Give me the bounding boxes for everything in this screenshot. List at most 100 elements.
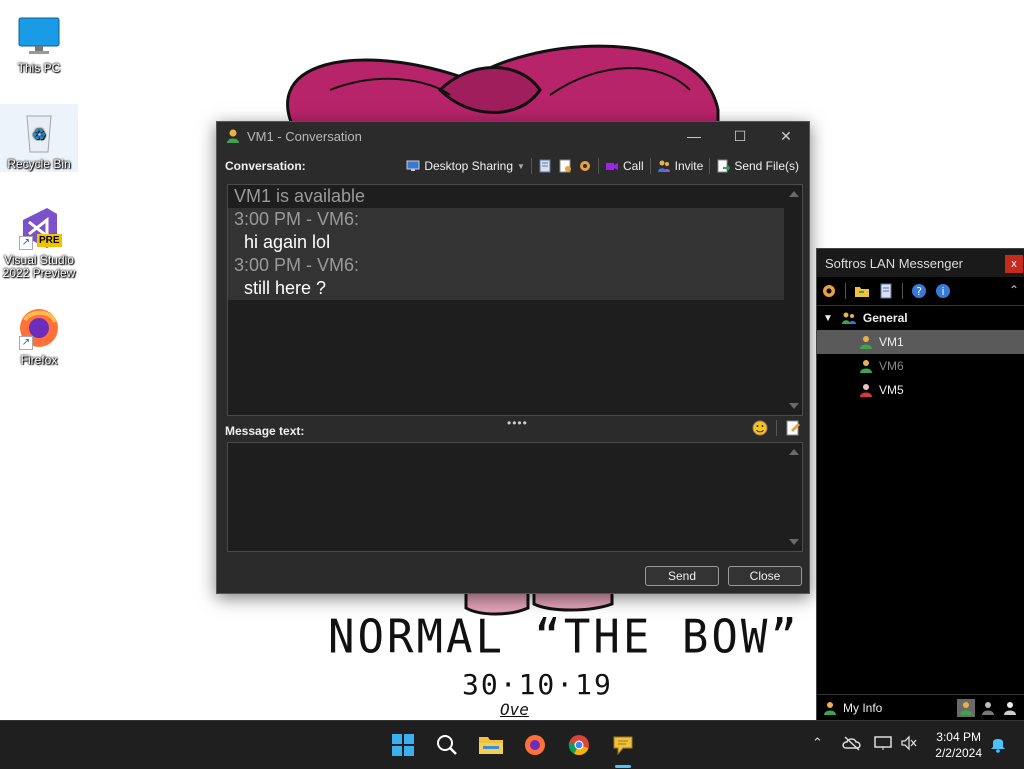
save-conversation-icon[interactable] [558,159,572,173]
send-files-button[interactable]: Send File(s) [716,159,799,173]
file-explorer-icon[interactable] [475,729,507,761]
conversation-window: VM1 - Conversation — ☐ ✕ Conversation: D… [216,121,810,594]
lan-messenger-titlebar[interactable]: Softros LAN Messenger [817,249,1024,277]
lan-toolbar: ? i [817,277,1024,306]
away-user-icon [860,360,872,373]
user-icon [824,702,836,715]
message-header: 3:00 PM - VM6: [228,254,784,277]
help-icon[interactable]: ? [911,283,927,299]
message-input[interactable] [227,442,803,552]
send-button[interactable]: Send [645,566,719,586]
desktop-icon-recycle-bin[interactable]: ♻ Recycle Bin [0,104,78,172]
status-away-button[interactable] [979,699,997,717]
contact-name: VM5 [879,383,904,397]
desktop-icon-this-pc[interactable]: This PC [0,8,78,75]
svg-text:♻: ♻ [32,125,46,144]
toolbar-separator [902,283,903,299]
search-icon[interactable] [431,729,463,761]
info-icon[interactable]: i [935,283,951,299]
status-available-button[interactable] [957,699,975,717]
send-files-label: Send File(s) [734,159,799,173]
desktop-icon-visual-studio[interactable]: PRE ↗ Visual Studio 2022 Preview [0,200,78,280]
history-icon[interactable] [878,283,894,299]
chevron-up-icon[interactable]: ⌃ [812,735,823,751]
wallpaper-date: 30·10·19 [462,668,613,701]
lan-messenger-icon[interactable] [607,729,639,761]
chevron-up-icon[interactable]: ⌃ [1009,283,1019,297]
network-icon[interactable] [874,735,892,754]
close-window-button[interactable]: ✕ [763,122,809,150]
firefox-icon[interactable] [519,729,551,761]
message-textarea[interactable] [228,443,786,551]
conversation-titlebar[interactable]: VM1 - Conversation — ☐ ✕ [217,122,809,150]
shortcut-arrow-icon: ↗ [19,236,33,250]
lan-close-button[interactable]: x [1005,255,1023,273]
away-status-icon [982,702,994,715]
system-clock[interactable]: 3:04 PM 2/2/2024 [935,729,982,761]
emoticon-icon[interactable] [752,420,768,436]
contact-vm5[interactable]: VM5 [817,378,1024,402]
history-icon[interactable] [538,159,552,173]
contact-vm1[interactable]: VM1 [817,330,1024,354]
desktop-icon-label: Recycle Bin [7,157,71,171]
volume-muted-icon[interactable] [900,735,918,754]
invite-label: Invite [674,159,704,173]
lan-messenger-panel: Softros LAN Messenger x ? i ⌃ ▼ General … [816,248,1024,722]
message-text-label: Message text: [225,424,305,438]
send-file-icon [717,159,731,173]
desktop-sharing-button[interactable]: Desktop Sharing ▼ [406,159,525,173]
message-scrollbar[interactable] [786,443,802,551]
my-info-button[interactable]: My Info [817,701,957,715]
onedrive-offline-icon[interactable] [842,735,862,754]
available-status-icon [960,702,972,715]
status-offline-button[interactable] [1001,699,1019,717]
scroll-down-icon[interactable] [789,539,799,545]
lan-messenger-title: Softros LAN Messenger [825,255,964,271]
minimize-button[interactable]: — [671,122,717,150]
toolbar-separator [649,158,651,174]
desktop-sharing-label: Desktop Sharing [424,159,514,173]
svg-text:?: ? [916,285,922,298]
settings-gear-icon[interactable] [821,283,837,299]
windows-start-icon[interactable] [387,729,419,761]
chrome-icon[interactable] [563,729,595,761]
folder-icon[interactable] [854,283,870,299]
scroll-down-icon[interactable] [789,403,799,409]
monitor-icon [17,14,61,58]
contact-name: VM6 [879,359,904,373]
desktop-icon-firefox[interactable]: ↗ Firefox [0,300,78,367]
call-button[interactable]: Call [605,159,644,173]
window-title: VM1 - Conversation [247,128,362,144]
offline-status-icon [1004,702,1016,715]
chevron-down-icon[interactable]: ▼ [823,313,833,324]
notification-bell-icon[interactable] [990,735,1006,758]
splitter-grip[interactable]: •••• [507,416,528,430]
close-button[interactable]: Close [728,566,802,586]
settings-gear-icon[interactable] [578,159,592,173]
clock-date: 2/2/2024 [935,746,982,760]
wallpaper-caption: NORMAL “THE BOW” [328,610,800,665]
visual-studio-icon: PRE ↗ [17,206,62,250]
group-general[interactable]: ▼ General [817,306,1024,330]
invite-button[interactable]: Invite [657,159,704,173]
toolbar-separator [530,158,532,174]
text-format-icon[interactable] [785,420,801,436]
group-users-icon [841,312,856,324]
scroll-up-icon[interactable] [789,191,799,197]
desktop-icon-label: This PC [17,61,61,75]
lan-footer: My Info [817,694,1024,721]
conversation-scrollbar[interactable] [786,185,802,415]
desktop-icon-label: Visual Studio 2022 Preview [2,253,76,280]
scroll-up-icon[interactable] [789,449,799,455]
contact-vm6[interactable]: VM6 [817,354,1024,378]
monitor-share-icon [406,160,420,171]
chevron-down-icon: ▼ [517,161,525,171]
conversation-history[interactable]: VM1 is available 3:00 PM - VM6: hi again… [227,184,803,416]
video-camera-icon [605,163,618,170]
taskbar: ⌃ 3:04 PM 2/2/2024 [0,720,1024,769]
shortcut-arrow-icon: ↗ [19,336,33,350]
available-user-icon [860,336,872,349]
desktop-icon-label: Firefox [20,353,58,367]
maximize-button[interactable]: ☐ [717,122,763,150]
wallpaper-signature: Ove [500,700,529,719]
